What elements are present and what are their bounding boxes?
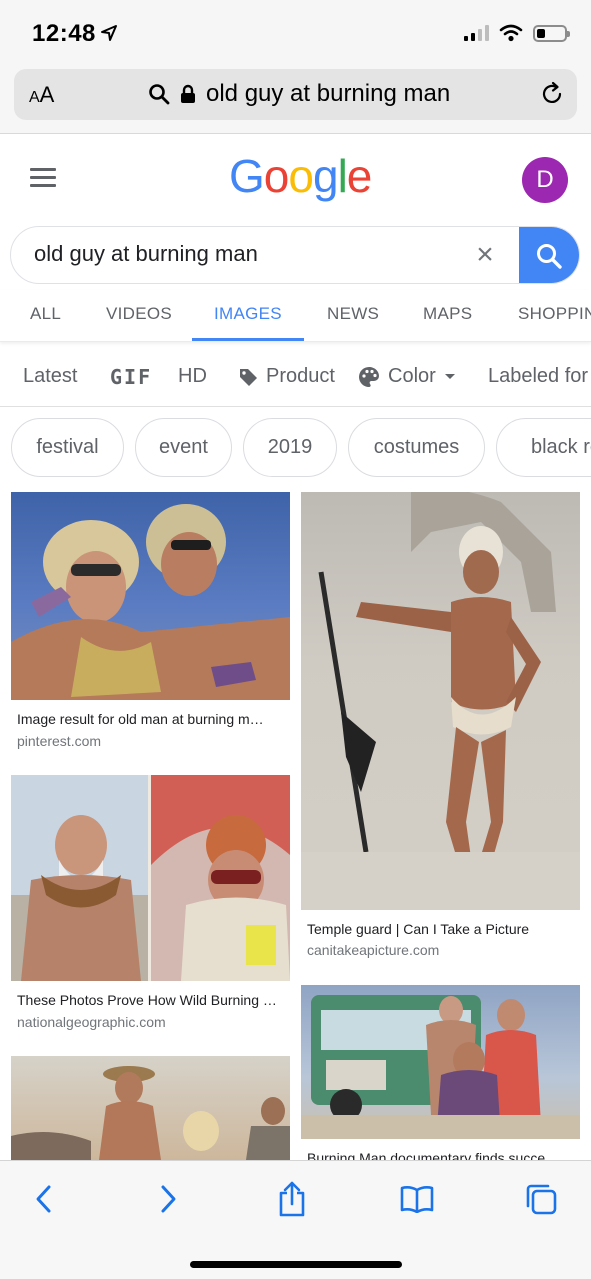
filter-label: Color <box>388 365 436 387</box>
google-logo[interactable]: Google <box>229 149 373 203</box>
dropdown-arrow-icon <box>444 373 455 379</box>
photo-placeholder <box>301 995 580 1139</box>
result-image[interactable] <box>11 1056 290 1160</box>
bookmarks-button[interactable] <box>397 1179 437 1219</box>
search-button[interactable] <box>519 227 579 283</box>
result-title[interactable]: These Photos Prove How Wild Burning … <box>17 992 282 1008</box>
chip-event[interactable]: event <box>135 418 232 477</box>
tabs-icon <box>526 1184 557 1215</box>
result-title[interactable]: Temple guard | Can I Take a Picture <box>307 921 572 937</box>
menu-icon[interactable] <box>30 168 56 188</box>
google-header: Google D <box>0 135 591 225</box>
filter-label: Latest <box>23 365 78 387</box>
image-result[interactable]: Image result for old man at burning m… p… <box>11 492 290 762</box>
account-avatar[interactable]: D <box>522 157 568 203</box>
result-source[interactable]: pinterest.com <box>17 733 101 749</box>
tab-news[interactable]: NEWS <box>327 304 379 324</box>
photo-placeholder <box>11 775 290 981</box>
lock-icon <box>181 84 195 103</box>
search-box: × <box>10 226 580 284</box>
logo-letter: l <box>337 150 348 202</box>
image-result[interactable]: Burning Man documentary finds succe <box>301 985 580 1160</box>
battery-icon <box>533 24 570 42</box>
logo-letter: e <box>346 150 373 202</box>
result-source[interactable]: nationalgeographic.com <box>17 1014 166 1030</box>
home-indicator[interactable] <box>190 1261 402 1268</box>
chip-2019[interactable]: 2019 <box>243 418 337 477</box>
palette-icon <box>359 366 379 387</box>
chip-festival[interactable]: festival <box>11 418 124 477</box>
status-indicators <box>464 24 570 42</box>
search-input[interactable] <box>34 241 454 267</box>
url-text: old guy at burning man <box>206 80 451 107</box>
result-image[interactable] <box>11 775 290 981</box>
filter-latest[interactable]: Latest <box>23 365 77 388</box>
tab-all[interactable]: ALL <box>30 304 61 324</box>
active-tab-indicator <box>192 338 304 341</box>
logo-letter: g <box>312 150 339 202</box>
filter-label: HD <box>178 365 207 387</box>
photo-placeholder <box>11 1066 290 1160</box>
tab-shopping[interactable]: SHOPPIN <box>518 304 591 324</box>
result-title[interactable]: Burning Man documentary finds succe <box>307 1150 572 1160</box>
filter-gif[interactable]: GIF <box>110 365 152 389</box>
filter-product[interactable]: Product <box>238 365 335 388</box>
tab-videos[interactable]: VIDEOS <box>106 304 172 324</box>
reload-icon[interactable] <box>539 81 565 107</box>
filter-labeled-for-reuse[interactable]: Labeled for <box>488 365 588 388</box>
filter-hd[interactable]: HD <box>178 365 207 388</box>
filter-bar: Latest GIF HD Product Color Labeled for <box>0 343 591 407</box>
share-icon <box>279 1181 305 1217</box>
bookmarks-icon <box>400 1186 434 1213</box>
wifi-icon <box>499 24 523 42</box>
filter-color[interactable]: Color <box>358 365 456 388</box>
back-icon <box>36 1185 51 1213</box>
browser-chrome-top: 12:48 AA old guy at burning man <box>0 0 591 134</box>
photo-placeholder <box>11 504 290 700</box>
cellular-signal-icon <box>464 25 489 41</box>
share-button[interactable] <box>272 1179 312 1219</box>
result-source[interactable]: canitakeapicture.com <box>307 942 439 958</box>
filter-label: Labeled for <box>488 365 589 387</box>
chip-costumes[interactable]: costumes <box>348 418 485 477</box>
tabs-button[interactable] <box>521 1179 561 1219</box>
tag-icon <box>240 368 257 386</box>
result-image[interactable] <box>11 492 290 700</box>
forward-button[interactable] <box>148 1179 188 1219</box>
related-search-chips: festival event 2019 costumes black ro <box>0 418 591 478</box>
search-icon <box>537 244 562 269</box>
filter-label: Product <box>266 365 335 387</box>
forward-icon <box>161 1185 176 1213</box>
chip-black-rock[interactable]: black ro <box>496 418 591 477</box>
reader-options-button[interactable]: AA <box>29 82 54 108</box>
result-image[interactable] <box>301 985 580 1139</box>
back-button[interactable] <box>24 1179 64 1219</box>
image-result[interactable] <box>11 1056 290 1160</box>
logo-letter: G <box>229 150 265 202</box>
image-result[interactable]: Temple guard | Can I Take a Picture cani… <box>301 492 580 964</box>
status-time: 12:48 <box>32 20 96 47</box>
tab-maps[interactable]: MAPS <box>423 304 472 324</box>
image-result[interactable]: These Photos Prove How Wild Burning … na… <box>11 775 290 1037</box>
logo-letter: o <box>288 150 314 202</box>
address-bar[interactable]: AA old guy at burning man <box>14 69 577 120</box>
location-arrow-icon <box>101 25 117 41</box>
result-title[interactable]: Image result for old man at burning m… <box>17 711 282 727</box>
logo-letter: o <box>263 150 290 202</box>
clear-icon[interactable]: × <box>469 239 501 271</box>
photo-placeholder <box>301 492 580 910</box>
result-image[interactable] <box>301 492 580 910</box>
search-icon <box>149 84 170 105</box>
tab-images[interactable]: IMAGES <box>214 304 282 324</box>
search-tabs: ALL VIDEOS IMAGES NEWS MAPS SHOPPIN <box>0 290 591 342</box>
filter-label: GIF <box>110 365 153 389</box>
